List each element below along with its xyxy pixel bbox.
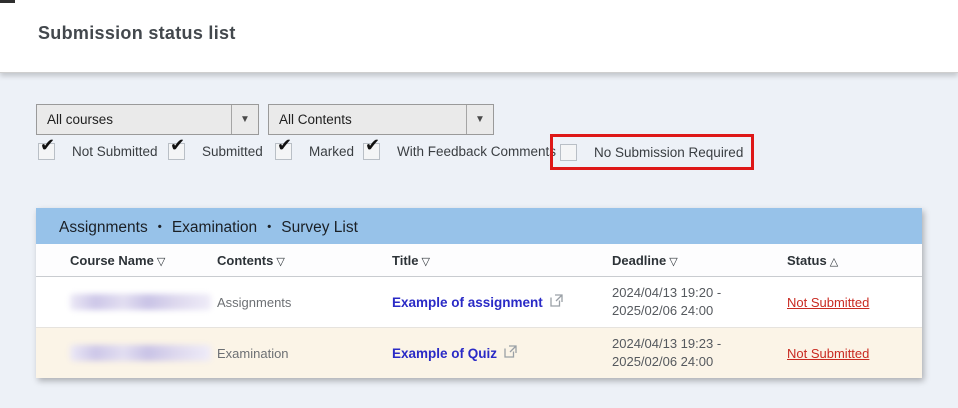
external-link-icon	[504, 345, 517, 361]
table-row: Examination Example of Quiz 2024/04/13 1…	[36, 328, 922, 378]
column-header-title[interactable]: Title▽	[392, 253, 612, 268]
column-header-status[interactable]: Status△	[787, 253, 922, 268]
sort-icon[interactable]: △	[830, 256, 838, 268]
checkbox-marked[interactable]: ✔	[275, 143, 292, 160]
checkbox-label: Submitted	[202, 144, 263, 159]
course-filter-dropdown[interactable]: All courses ▼	[36, 104, 259, 135]
filter-not-submitted: ✔ Not Submitted	[38, 139, 158, 163]
page-header: Submission status list	[0, 0, 958, 73]
status-link[interactable]: Not Submitted	[787, 295, 869, 310]
column-header-course-name[interactable]: Course Name▽	[36, 253, 217, 268]
status-link[interactable]: Not Submitted	[787, 346, 869, 361]
assignment-link[interactable]: Example of assignment	[392, 294, 563, 310]
quiz-link[interactable]: Example of Quiz	[392, 345, 517, 361]
filter-marked: ✔ Marked	[275, 139, 354, 163]
sort-icon[interactable]: ▽	[669, 256, 677, 268]
checkbox-label: Marked	[309, 144, 354, 159]
deadline-cell: 2024/04/13 19:23 - 2025/02/06 24:00	[612, 335, 787, 370]
checkbox-label: With Feedback Comments	[397, 144, 556, 159]
filter-no-submission-required-highlighted: ✔ No Submission Required	[550, 134, 754, 170]
title-cell: Example of assignment	[392, 294, 612, 310]
column-header-deadline[interactable]: Deadline▽	[612, 253, 787, 268]
contents-filter-dropdown[interactable]: All Contents ▼	[268, 104, 494, 135]
window-edge-fragment	[0, 0, 15, 3]
checkmark-icon: ✔	[365, 136, 380, 154]
chevron-down-icon: ▼	[475, 114, 485, 125]
sort-icon[interactable]: ▽	[157, 256, 165, 268]
title-cell: Example of Quiz	[392, 345, 612, 361]
checkbox-label: No Submission Required	[594, 145, 743, 160]
checkbox-submitted[interactable]: ✔	[168, 143, 185, 160]
table-header-row: Course Name▽ Contents▽ Title▽ Deadline▽ …	[36, 244, 922, 277]
external-link-icon	[550, 294, 563, 310]
checkmark-icon: ✔	[277, 136, 292, 154]
submission-table: Assignments ・ Examination ・ Survey List …	[36, 208, 922, 378]
status-cell: Not Submitted	[787, 346, 922, 361]
dropdown-arrow-box[interactable]: ▼	[466, 105, 493, 134]
checkbox-not-submitted[interactable]: ✔	[38, 143, 55, 160]
column-header-contents[interactable]: Contents▽	[217, 253, 392, 268]
sort-icon[interactable]: ▽	[422, 256, 430, 268]
redacted-course-name	[70, 294, 211, 310]
dropdown-arrow-box[interactable]: ▼	[231, 105, 258, 134]
page-title: Submission status list	[38, 23, 236, 44]
checkmark-icon: ✔	[170, 136, 185, 154]
contents-filter-value: All Contents	[269, 112, 466, 127]
checkmark-icon: ✔	[40, 136, 55, 154]
course-name-cell	[36, 294, 217, 310]
checkbox-label: Not Submitted	[72, 144, 158, 159]
checkbox-no-submission-required[interactable]: ✔	[560, 144, 577, 161]
table-row: Assignments Example of assignment 2024/0…	[36, 277, 922, 328]
course-filter-value: All courses	[37, 112, 231, 127]
table-title-bar: Assignments ・ Examination ・ Survey List	[36, 208, 922, 244]
filter-submitted: ✔ Submitted	[168, 139, 263, 163]
contents-cell: Assignments	[217, 295, 392, 310]
course-name-cell	[36, 345, 217, 361]
table-title: Assignments ・ Examination ・ Survey List	[59, 215, 358, 237]
sort-icon[interactable]: ▽	[276, 256, 284, 268]
redacted-course-name	[70, 345, 211, 361]
checkbox-with-feedback-comments[interactable]: ✔	[363, 143, 380, 160]
status-cell: Not Submitted	[787, 295, 922, 310]
contents-cell: Examination	[217, 346, 392, 361]
filter-with-feedback-comments: ✔ With Feedback Comments	[363, 139, 556, 163]
deadline-cell: 2024/04/13 19:20 - 2025/02/06 24:00	[612, 284, 787, 319]
chevron-down-icon: ▼	[240, 114, 250, 125]
